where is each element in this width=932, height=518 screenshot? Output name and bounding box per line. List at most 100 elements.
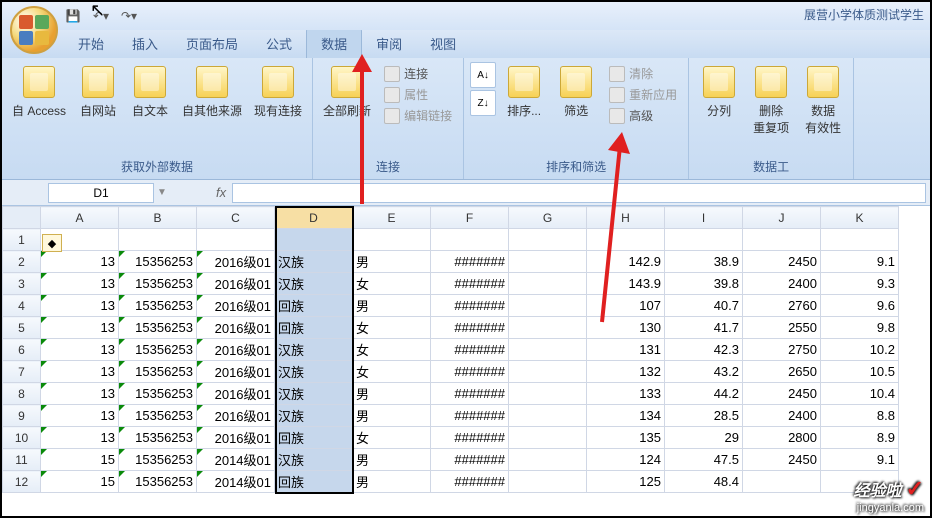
tab-insert[interactable]: 插入 <box>118 29 172 58</box>
cell-J6[interactable]: 2750 <box>743 339 821 361</box>
cell-K9[interactable]: 8.8 <box>821 405 899 427</box>
cell-C11[interactable]: 2014级01 <box>197 449 275 471</box>
cell-B9[interactable]: 15356253 <box>119 405 197 427</box>
cell-G10[interactable] <box>509 427 587 449</box>
cell-I10[interactable]: 29 <box>665 427 743 449</box>
cell-F2[interactable]: ####### <box>431 251 509 273</box>
cell-H10[interactable]: 135 <box>587 427 665 449</box>
cell-B12[interactable]: 15356253 <box>119 471 197 493</box>
cell-B11[interactable]: 15356253 <box>119 449 197 471</box>
cell-I11[interactable]: 47.5 <box>665 449 743 471</box>
filter-button[interactable]: 筛选 <box>552 62 600 123</box>
cell-H2[interactable]: 142.9 <box>587 251 665 273</box>
cell-I1[interactable] <box>665 229 743 251</box>
cell-D5[interactable]: 回族 <box>275 317 353 339</box>
cell-A2[interactable]: 13 <box>41 251 119 273</box>
office-button[interactable] <box>10 6 58 54</box>
cell-J4[interactable]: 2760 <box>743 295 821 317</box>
cell-C8[interactable]: 2016级01 <box>197 383 275 405</box>
sort-desc-button[interactable]: Z↓ <box>470 90 496 116</box>
cell-H11[interactable]: 124 <box>587 449 665 471</box>
text-to-columns-button[interactable]: 分列 <box>695 62 743 123</box>
cell-G3[interactable] <box>509 273 587 295</box>
cell-H7[interactable]: 132 <box>587 361 665 383</box>
cell-G11[interactable] <box>509 449 587 471</box>
cell-I8[interactable]: 44.2 <box>665 383 743 405</box>
cell-G8[interactable] <box>509 383 587 405</box>
cell-F9[interactable]: ####### <box>431 405 509 427</box>
cell-A9[interactable]: 13 <box>41 405 119 427</box>
cell-G1[interactable] <box>509 229 587 251</box>
cell-K5[interactable]: 9.8 <box>821 317 899 339</box>
cell-I2[interactable]: 38.9 <box>665 251 743 273</box>
cell-E5[interactable]: 女 <box>353 317 431 339</box>
cell-D10[interactable]: 回族 <box>275 427 353 449</box>
cell-F8[interactable]: ####### <box>431 383 509 405</box>
data-validation-button[interactable]: 数据有效性 <box>799 62 847 140</box>
cell-J3[interactable]: 2400 <box>743 273 821 295</box>
cell-G4[interactable] <box>509 295 587 317</box>
cell-B8[interactable]: 15356253 <box>119 383 197 405</box>
cell-K7[interactable]: 10.5 <box>821 361 899 383</box>
save-icon[interactable]: 💾 <box>64 7 82 25</box>
column-header-A[interactable]: A <box>41 207 119 229</box>
from-web-button[interactable]: 自网站 <box>74 62 122 123</box>
name-box-dropdown[interactable]: ▼ <box>154 187 170 198</box>
cell-C1[interactable] <box>197 229 275 251</box>
cell-J7[interactable]: 2650 <box>743 361 821 383</box>
cell-B10[interactable]: 15356253 <box>119 427 197 449</box>
cell-H1[interactable] <box>587 229 665 251</box>
cell-J9[interactable]: 2400 <box>743 405 821 427</box>
cell-E10[interactable]: 女 <box>353 427 431 449</box>
column-header-H[interactable]: H <box>587 207 665 229</box>
cell-C5[interactable]: 2016级01 <box>197 317 275 339</box>
connections-button[interactable]: 连接 <box>381 64 455 83</box>
cell-C10[interactable]: 2016级01 <box>197 427 275 449</box>
cell-E11[interactable]: 男 <box>353 449 431 471</box>
cell-D6[interactable]: 汉族 <box>275 339 353 361</box>
cell-I9[interactable]: 28.5 <box>665 405 743 427</box>
sort-button[interactable]: 排序... <box>500 62 548 123</box>
refresh-all-button[interactable]: 全部刷新 <box>319 62 375 123</box>
cell-J12[interactable] <box>743 471 821 493</box>
column-header-G[interactable]: G <box>509 207 587 229</box>
cell-I12[interactable]: 48.4 <box>665 471 743 493</box>
redo-icon[interactable]: ↷▾ <box>120 7 138 25</box>
row-header-12[interactable]: 12 <box>3 471 41 493</box>
cell-F7[interactable]: ####### <box>431 361 509 383</box>
from-text-button[interactable]: 自文本 <box>126 62 174 123</box>
column-header-K[interactable]: K <box>821 207 899 229</box>
cell-E6[interactable]: 女 <box>353 339 431 361</box>
row-header-11[interactable]: 11 <box>3 449 41 471</box>
cell-H4[interactable]: 107 <box>587 295 665 317</box>
column-header-D[interactable]: D <box>275 207 353 229</box>
error-smart-tag[interactable]: ◆ <box>42 234 62 252</box>
advanced-filter-button[interactable]: 高级 <box>606 106 680 125</box>
tab-layout[interactable]: 页面布局 <box>172 29 252 58</box>
row-header-1[interactable]: 1 <box>3 229 41 251</box>
cell-I6[interactable]: 42.3 <box>665 339 743 361</box>
cell-E2[interactable]: 男 <box>353 251 431 273</box>
column-header-F[interactable]: F <box>431 207 509 229</box>
cell-E8[interactable]: 男 <box>353 383 431 405</box>
cell-K3[interactable]: 9.3 <box>821 273 899 295</box>
tab-home[interactable]: 开始 <box>64 29 118 58</box>
existing-conn-button[interactable]: 现有连接 <box>250 62 306 123</box>
cell-D9[interactable]: 汉族 <box>275 405 353 427</box>
cell-I7[interactable]: 43.2 <box>665 361 743 383</box>
cell-B1[interactable] <box>119 229 197 251</box>
cell-F12[interactable]: ####### <box>431 471 509 493</box>
cell-A7[interactable]: 13 <box>41 361 119 383</box>
cell-C12[interactable]: 2014级01 <box>197 471 275 493</box>
column-header-B[interactable]: B <box>119 207 197 229</box>
cell-A8[interactable]: 13 <box>41 383 119 405</box>
cell-D12[interactable]: 回族 <box>275 471 353 493</box>
cell-B2[interactable]: 15356253 <box>119 251 197 273</box>
row-header-6[interactable]: 6 <box>3 339 41 361</box>
cell-H9[interactable]: 134 <box>587 405 665 427</box>
cell-A3[interactable]: 13 <box>41 273 119 295</box>
cell-E12[interactable]: 男 <box>353 471 431 493</box>
cell-F3[interactable]: ####### <box>431 273 509 295</box>
cell-K1[interactable] <box>821 229 899 251</box>
cell-D8[interactable]: 汉族 <box>275 383 353 405</box>
